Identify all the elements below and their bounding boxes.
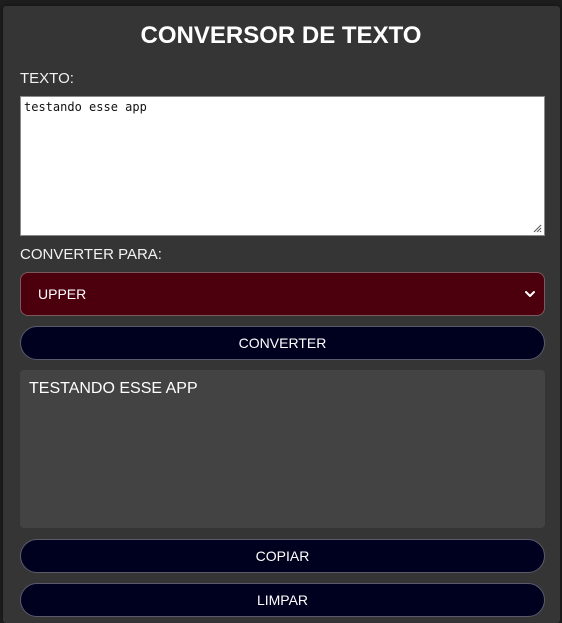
output-box: TESTANDO ESSE APP: [20, 370, 545, 528]
convert-button[interactable]: CONVERTER: [20, 326, 545, 360]
convert-to-label: CONVERTER PARA:: [20, 246, 162, 263]
output-text: TESTANDO ESSE APP: [29, 380, 198, 397]
clear-button[interactable]: LIMPAR: [20, 583, 545, 617]
text-input-value: testando esse app: [24, 100, 147, 114]
convert-to-select[interactable]: UPPER: [20, 272, 545, 316]
page-title: CONVERSOR DE TEXTO: [140, 22, 422, 49]
copy-button[interactable]: COPIAR: [20, 539, 545, 573]
text-input[interactable]: testando esse app: [20, 96, 545, 236]
resize-handle-icon[interactable]: [532, 223, 542, 233]
convert-to-selected-value: UPPER: [38, 286, 87, 302]
chevron-down-icon: [525, 291, 535, 297]
text-label: TEXTO:: [20, 70, 74, 87]
